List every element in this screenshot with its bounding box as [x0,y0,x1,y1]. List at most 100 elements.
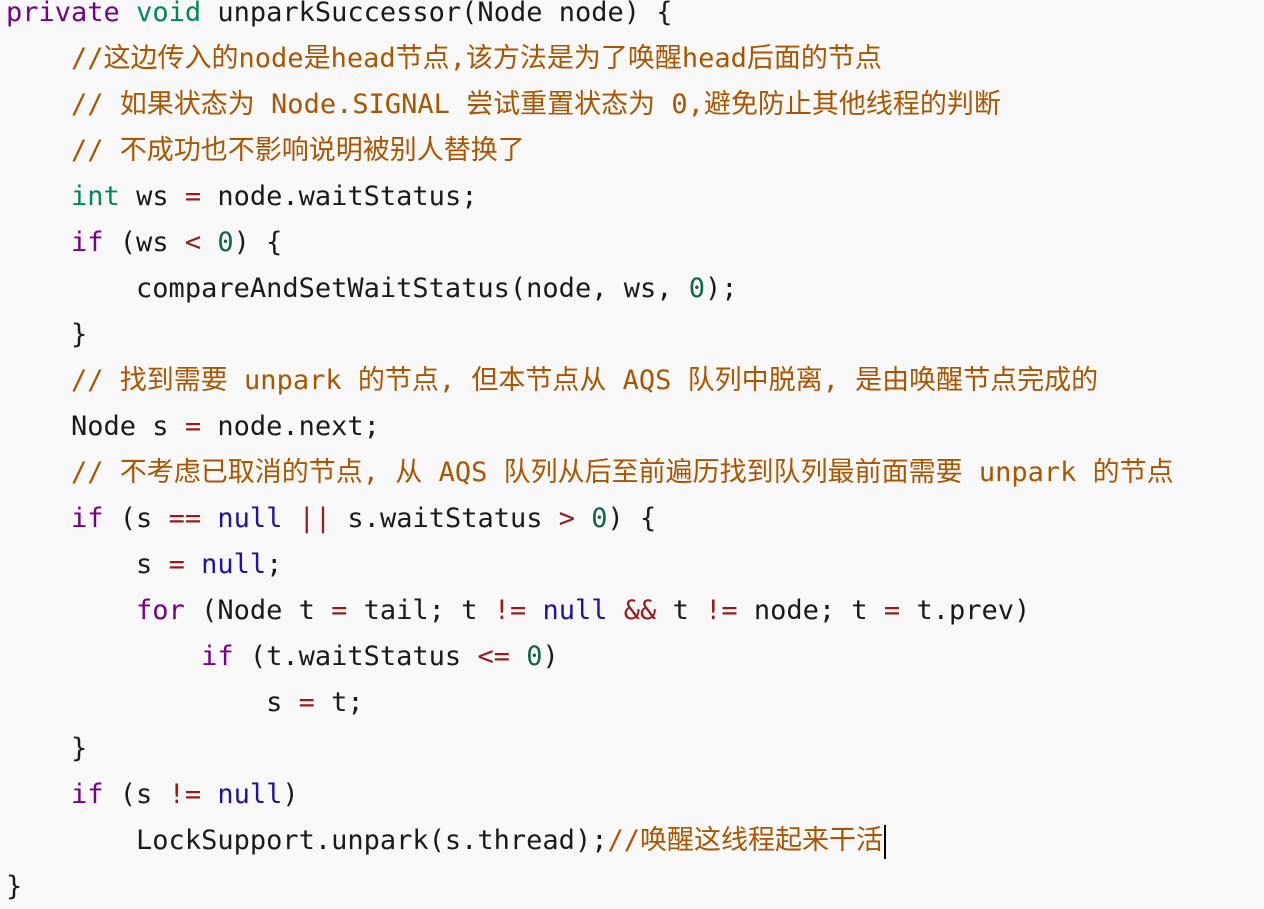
code-token-plain: (t.waitStatus [233,641,478,672]
code-token-op: <= [477,641,510,672]
code-line: } [6,312,87,358]
code-line: if (t.waitStatus <= 0) [6,634,559,680]
text-cursor [883,824,886,859]
code-token-null: null [201,549,267,580]
code-token-plain: } [71,733,88,764]
code-token-op: != [493,595,527,626]
code-token-op: = [331,595,348,626]
code-token-plain: unparkSuccessor(Node node) { [201,0,673,28]
code-token-plain: s [266,687,299,718]
code-token-kw: if [71,227,104,258]
code-token-plain: (s [103,503,169,534]
code-line: // 如果状态为 Node.SIGNAL 尝试重置状态为 0,避免防止其他线程的… [6,82,1001,128]
code-token-plain: ); [705,273,738,304]
code-token-comment: // 不考虑已取消的节点, 从 AQS 队列从后至前遍历找到队列最前面需要 un… [71,457,1174,488]
code-token-plain: node; t [737,595,884,626]
code-token-num: 0 [688,273,705,304]
code-token-plain: t.prev) [900,595,1031,626]
code-token-comment: // 不成功也不影响说明被别人替换了 [71,135,525,166]
code-token-type: int [71,181,120,212]
code-token-null: null [217,779,283,810]
code-token-plain: t; [314,687,364,718]
code-line: LockSupport.unpark(s.thread);//唤醒这线程起来干活 [6,818,886,864]
code-token-op: = [168,549,185,580]
code-line: if (s == null || s.waitStatus > 0) { [6,496,656,542]
code-token-op: > [558,503,576,534]
code-line: } [6,726,87,772]
code-token-op: || [298,503,332,534]
code-token-num: 0 [526,641,543,672]
code-token-plain: compareAndSetWaitStatus(node, ws, [136,273,689,304]
code-token-null: null [217,503,283,534]
code-line: Node s = node.next; [6,404,380,450]
code-token-plain: t [656,595,706,626]
code-token-op: != [168,779,202,810]
code-token-op: < [184,227,202,258]
code-token-plain: node.waitStatus; [201,181,478,212]
code-token-comment: // 如果状态为 Node.SIGNAL 尝试重置状态为 0,避免防止其他线程的… [71,89,1001,120]
code-line: if (ws < 0) { [6,220,282,266]
code-token-plain: Node s [71,411,185,442]
code-token-plain: } [6,871,23,902]
code-line: // 不考虑已取消的节点, 从 AQS 队列从后至前遍历找到队列最前面需要 un… [6,450,1174,496]
code-token-plain: ) [282,779,299,810]
code-line: private void unparkSuccessor(Node node) … [6,0,673,36]
code-token-kw: if [201,641,234,672]
code-token-plain: (Node t [184,595,332,626]
code-token-plain: } [71,319,88,350]
code-token-plain: LockSupport.unpark(s.thread); [136,825,608,856]
code-token-kw: for [136,595,185,626]
code-token-op: = [298,687,315,718]
code-token-kw: if [71,779,104,810]
code-token-kw: if [71,503,104,534]
code-line: int ws = node.waitStatus; [6,174,477,220]
code-token-plain: ; [266,549,283,580]
code-line: if (s != null) [6,772,299,818]
code-token-plain: (ws [103,227,185,258]
code-token-kw: private [6,0,120,28]
code-line: for (Node t = tail; t != null && t != no… [6,588,1030,634]
code-token-op: = [184,411,202,442]
code-token-num: 0 [591,503,608,534]
code-token-type: void [136,0,202,28]
code-editor[interactable]: private void unparkSuccessor(Node node) … [0,0,1264,909]
code-token-plain: ) [542,641,559,672]
code-line: //这边传入的node是head节点,该方法是为了唤醒head后面的节点 [6,36,882,82]
code-token-op: == [168,503,202,534]
code-token-plain: ) { [607,503,657,534]
code-token-plain: s.waitStatus [331,503,559,534]
code-line: // 不成功也不影响说明被别人替换了 [6,128,525,174]
code-token-plain: (s [103,779,169,810]
code-token-plain: tail; t [347,595,494,626]
code-line: } [6,864,22,909]
code-token-null: null [542,595,608,626]
code-line: s = null; [6,542,282,588]
code-token-plain: node.next; [201,411,380,442]
code-token-op: = [184,181,202,212]
code-token-comment: //唤醒这线程起来干活 [607,825,883,856]
code-token-num: 0 [217,227,234,258]
